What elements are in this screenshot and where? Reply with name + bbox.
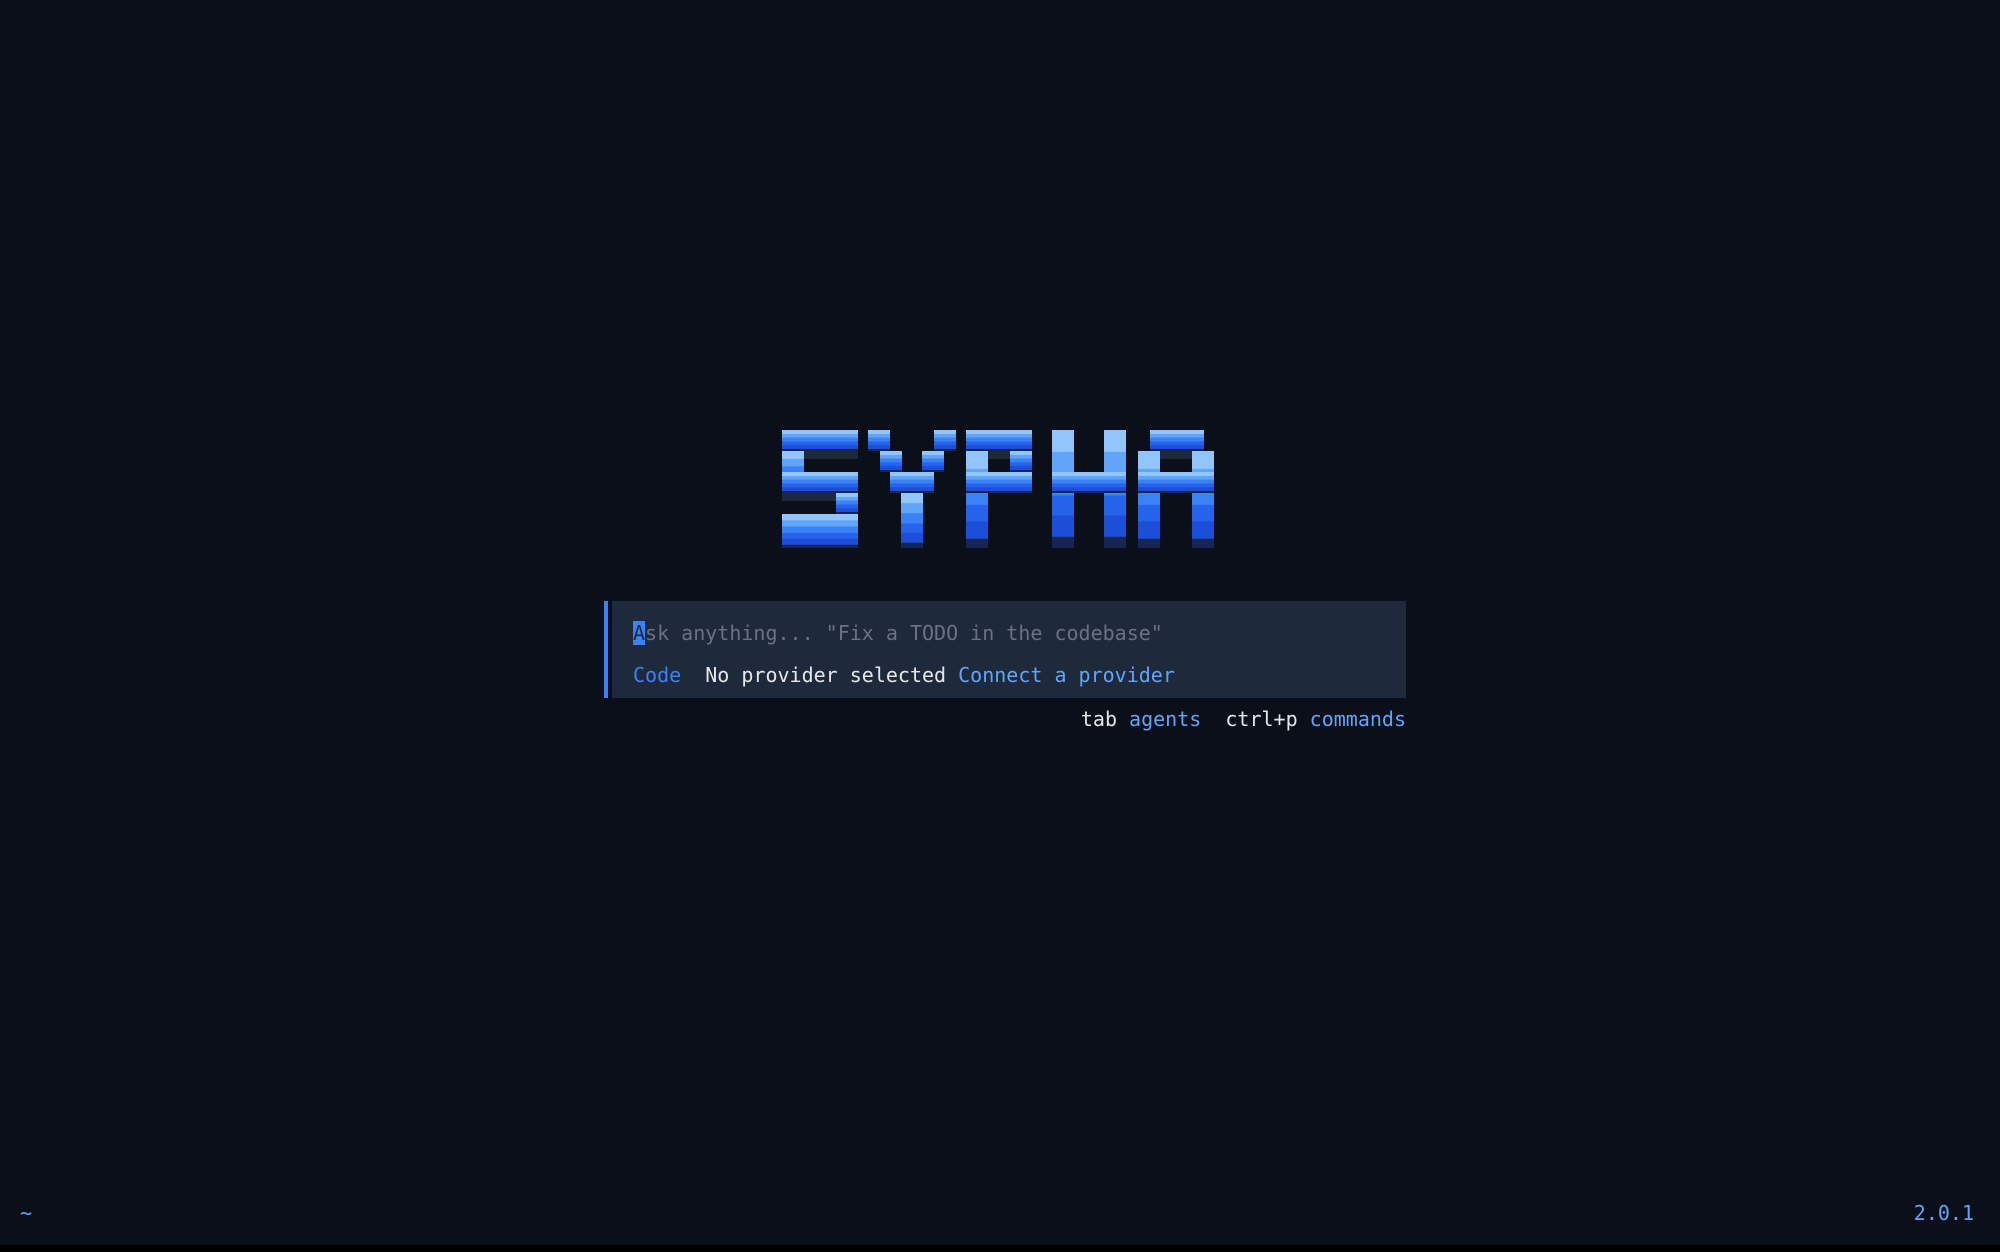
terminal-window: Ask anything... "Fix a TODO in the codeb… — [0, 0, 2000, 1245]
agent-mode-label[interactable]: Code — [633, 663, 681, 687]
prompt-status-line: Code No provider selected Connect a prov… — [633, 661, 1175, 689]
keyboard-hints: tab agents ctrl+p commands — [1081, 705, 1406, 733]
sypha-logo — [782, 430, 1214, 548]
commands-hint-label[interactable]: commands — [1310, 707, 1406, 731]
app-version: 2.0.1 — [1913, 1201, 1974, 1225]
prompt-input[interactable]: Ask anything... "Fix a TODO in the codeb… — [633, 619, 1163, 647]
commands-key-hint: ctrl+p — [1225, 707, 1298, 731]
agents-hint-label[interactable]: agents — [1129, 707, 1201, 731]
text-cursor: A — [633, 621, 646, 645]
prompt-placeholder: sk anything... "Fix a TODO in the codeba… — [645, 621, 1163, 645]
agents-key-hint: tab — [1080, 707, 1117, 731]
connect-provider-link[interactable]: Connect a provider — [958, 663, 1175, 687]
provider-status: No provider selected — [705, 663, 947, 687]
prompt-accent-gap — [608, 601, 612, 698]
current-directory: ~ — [20, 1201, 33, 1225]
